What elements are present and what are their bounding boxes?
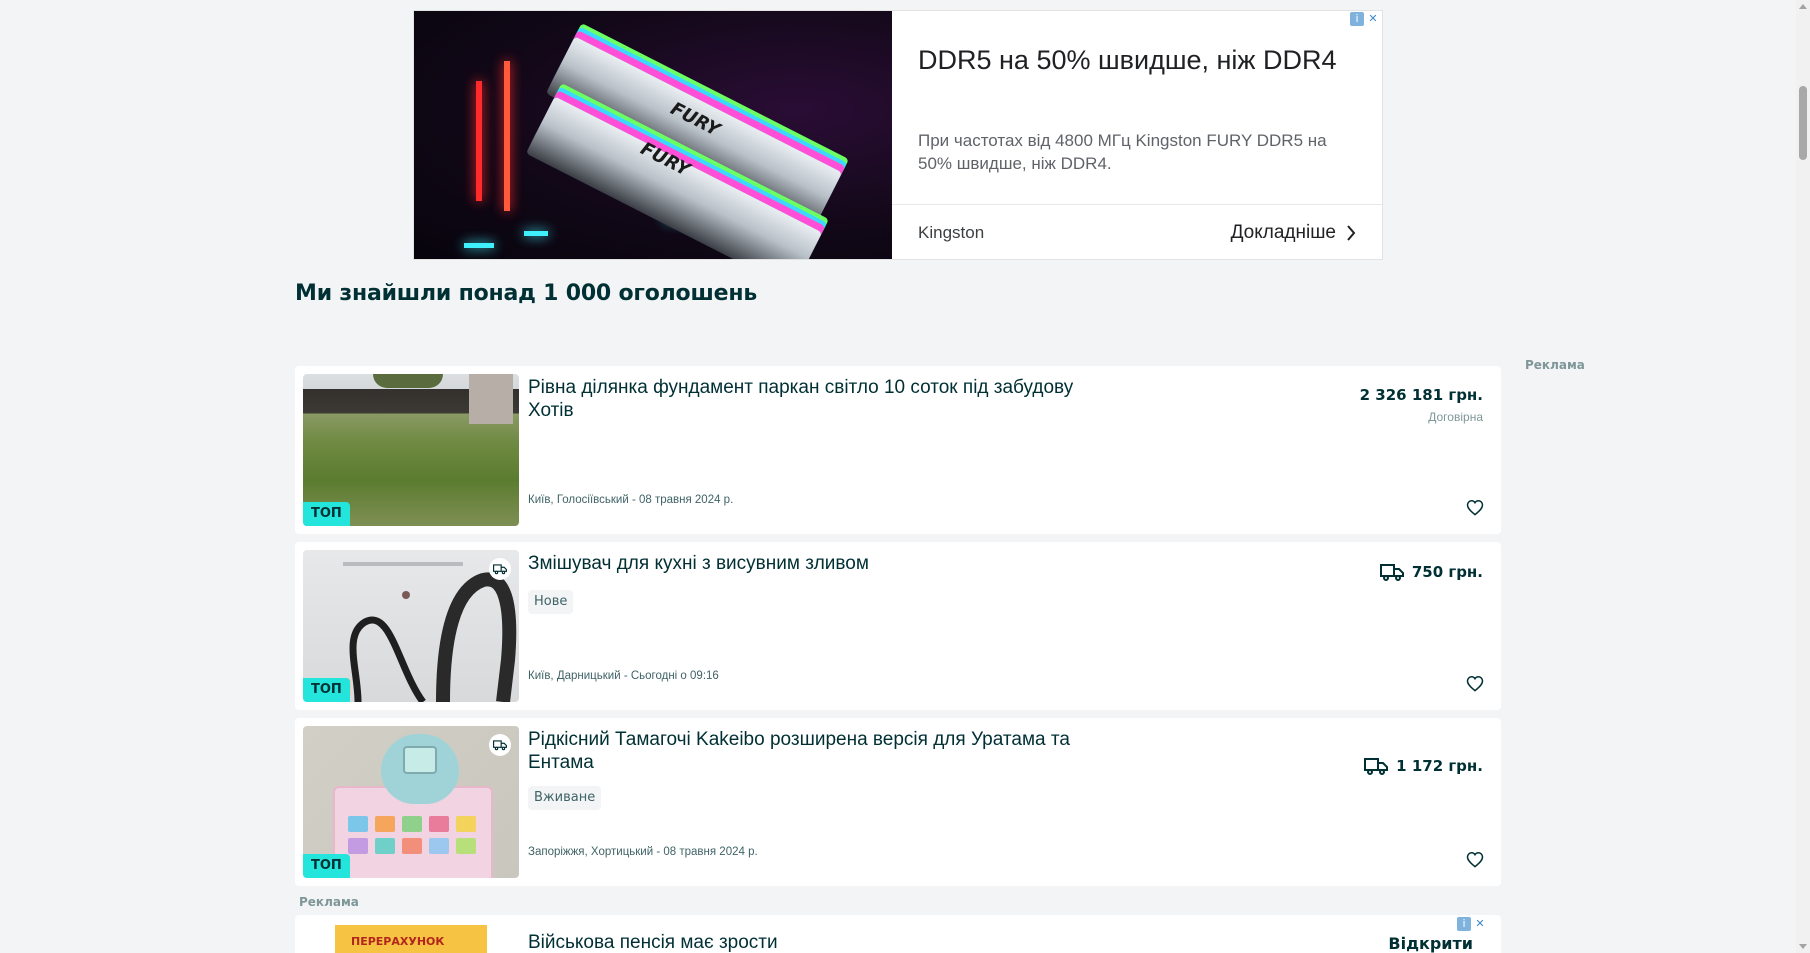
ad-headline[interactable]: DDR5 на 50% швидше, ніж DDR4 (918, 41, 1338, 79)
delivery-badge (489, 734, 511, 756)
top-badge: ТОП (303, 502, 350, 526)
info-icon[interactable]: i (1457, 917, 1471, 931)
photo-detail (373, 374, 443, 388)
scroll-up-icon[interactable] (1799, 4, 1807, 9)
ad-choices[interactable]: i ✕ (1350, 12, 1380, 26)
favorite-button[interactable] (1464, 848, 1486, 870)
listing-title[interactable]: Рідкісний Тамагочі Kakeibo розширена вер… (528, 728, 1128, 774)
photo-detail (403, 746, 437, 774)
photo-detail (469, 374, 513, 424)
favorite-button[interactable] (1464, 672, 1486, 694)
top-badge: ТОП (303, 678, 350, 702)
top-badge: ТОП (303, 854, 350, 878)
heart-icon (1466, 851, 1484, 868)
ad-description: При частотах від 4800 МГц Kingston FURY … (918, 131, 1327, 173)
ad-footer: Kingston Докладніше (892, 204, 1382, 259)
ad-thumbnail[interactable]: ПЕРЕРАХУНОК (335, 925, 487, 953)
delivery-truck-icon (1379, 564, 1404, 581)
listing-location-date: Запоріжжя, Хортицький - 08 травня 2024 р… (528, 846, 758, 858)
listing-card[interactable]: ТОП Рідкісний Тамагочі Kakeibo розширена… (295, 718, 1501, 886)
listing-title[interactable]: Рівна ділянка фундамент паркан світло 10… (528, 376, 1108, 422)
price-value: 750 грн. (1411, 563, 1483, 581)
listing-price: 1 172 грн. (1364, 756, 1483, 776)
delivery-truck-icon (1364, 758, 1389, 775)
condition-tag: Вживане (528, 786, 602, 810)
listing-title[interactable]: Змішувач для кухні з висувним зливом (528, 552, 1108, 575)
listing-price: 2 326 181 грн. (1360, 386, 1483, 404)
ad-choices[interactable]: i ✕ (1457, 917, 1487, 931)
listing-thumbnail[interactable]: ТОП (303, 726, 519, 878)
price-negotiable: Договірна (1428, 410, 1483, 424)
listing-thumbnail[interactable]: ТОП (303, 550, 519, 702)
page-scrollbar[interactable] (1796, 0, 1810, 953)
chevron-right-icon (1347, 224, 1356, 241)
heart-icon (1466, 499, 1484, 516)
ad-cta-label: Докладніше (1230, 221, 1336, 243)
bottom-ad-card[interactable]: ПЕРЕРАХУНОК Військова пенсія має зрости … (295, 915, 1501, 953)
close-icon[interactable]: ✕ (1366, 12, 1380, 26)
condition-tag: Нове (528, 590, 574, 614)
truck-icon (493, 564, 507, 575)
scroll-down-icon[interactable] (1799, 944, 1807, 949)
ad-cta-button[interactable]: Докладніше (1231, 222, 1356, 244)
side-ad-label: Реклама (1525, 358, 1585, 372)
listing-location-date: Київ, Голосіївський - 08 травня 2024 р. (528, 494, 734, 506)
favorite-button[interactable] (1464, 496, 1486, 518)
listing-price: 750 грн. (1379, 562, 1483, 582)
truck-icon (493, 740, 507, 751)
ad-body: DDR5 на 50% швидше, ніж DDR4 При частота… (892, 11, 1382, 259)
top-banner-ad[interactable]: FURY FURY DDR5 на 50% швидше, ніж DDR4 П… (413, 10, 1383, 260)
heart-icon (1466, 675, 1484, 692)
info-icon[interactable]: i (1350, 12, 1364, 26)
neon-decoration (504, 61, 510, 211)
price-value: 1 172 грн. (1396, 757, 1483, 775)
neon-decoration (476, 81, 482, 201)
price-value: 2 326 181 грн. (1359, 386, 1483, 404)
scrollbar-thumb[interactable] (1799, 86, 1807, 160)
delivery-badge (489, 558, 511, 580)
ad-thumbnail-text: ПЕРЕРАХУНОК (351, 935, 445, 948)
ad-brand[interactable]: Kingston (918, 223, 984, 243)
listing-card[interactable]: ТОП Рівна ділянка фундамент паркан світл… (295, 366, 1501, 534)
neon-decoration (464, 243, 494, 248)
listing-location-date: Київ, Дарницький - Сьогодні о 09:16 (528, 670, 719, 682)
ad-title[interactable]: Військова пенсія має зрости (528, 932, 778, 953)
ad-row-label: Реклама (299, 895, 359, 909)
listing-thumbnail[interactable]: ТОП (303, 374, 519, 526)
ad-image-ram[interactable]: FURY FURY (414, 11, 892, 259)
listing-card[interactable]: ТОП Змішувач для кухні з висувним зливом… (295, 542, 1501, 710)
ad-open-button[interactable]: Відкрити (1388, 934, 1473, 953)
close-icon[interactable]: ✕ (1473, 917, 1487, 931)
results-count-title: Ми знайшли понад 1 000 оголошень (295, 281, 758, 306)
neon-decoration (524, 231, 548, 236)
